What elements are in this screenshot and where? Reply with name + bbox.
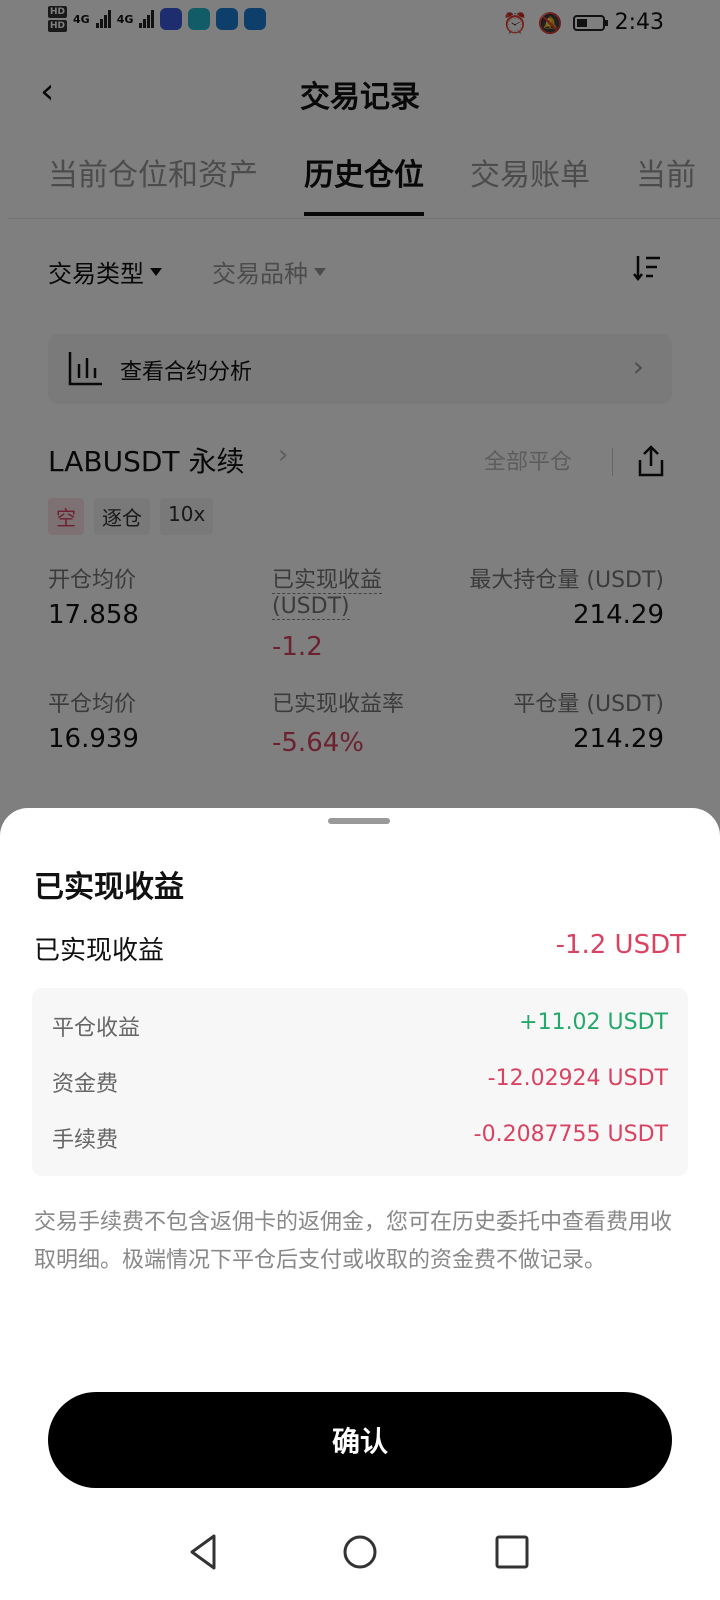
sheet-title: 已实现收益 [34,870,184,905]
nav-back-icon[interactable] [180,1528,228,1576]
breakdown-row-close-pnl: 平仓收益 +11.02 USDT [52,1010,668,1041]
realized-summary-label: 已实现收益 [34,936,165,966]
nav-recents-icon[interactable] [488,1528,536,1576]
breakdown-panel: 平仓收益 +11.02 USDT 资金费 -12.02924 USDT 手续费 … [32,988,688,1176]
breakdown-row-funding-fee: 资金费 -12.02924 USDT [52,1066,668,1097]
realized-summary-value: -1.2 USDT [555,930,686,960]
system-nav-bar [0,1528,720,1588]
fee-note: 交易手续费不包含返佣卡的返佣金，您可在历史委托中查看费用收取明细。极端情况下平仓… [34,1210,673,1273]
breakdown-row-trading-fee: 手续费 -0.2087755 USDT [52,1122,668,1153]
sheet-handle[interactable] [328,818,390,824]
confirm-button[interactable]: 确认 [48,1392,672,1488]
nav-home-icon[interactable] [336,1528,384,1576]
